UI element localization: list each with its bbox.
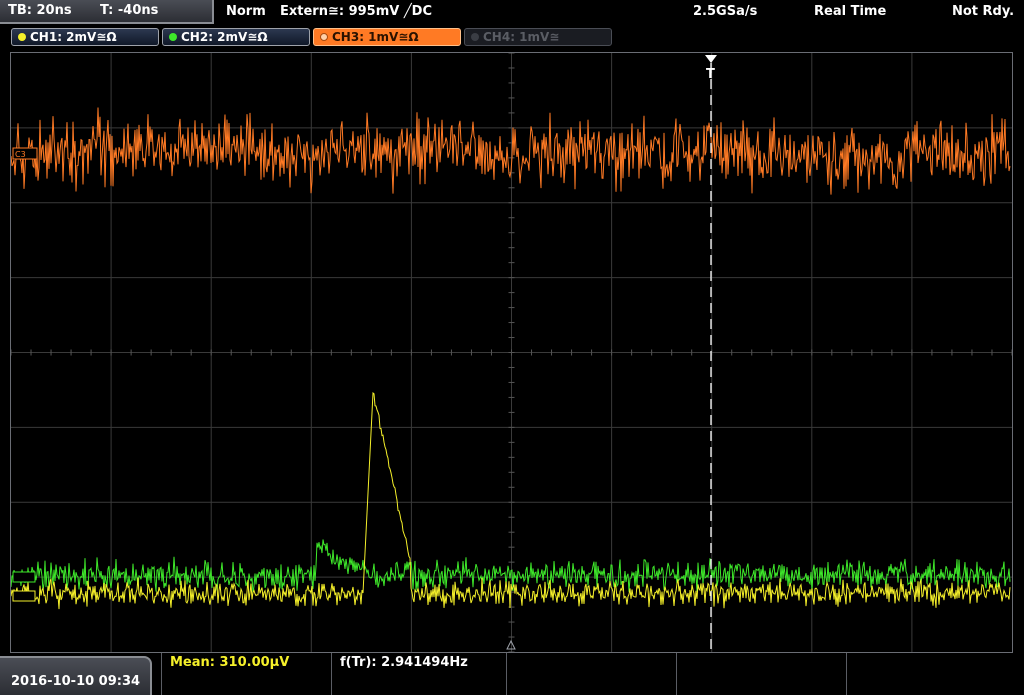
measurement-slot-4[interactable] (676, 653, 846, 695)
timebase-box[interactable]: TB: 20ns T: -40ns (0, 0, 214, 24)
mean-value: Mean: 310.00µV (170, 655, 290, 670)
channel-tab-ch3[interactable]: CH3: 1mV≅Ω (313, 28, 461, 46)
freq-value: f(Tr): 2.941494Hz (340, 655, 468, 670)
datetime-label: 2016-10-10 09:34 (11, 674, 141, 689)
ch2-label: CH2: 2mV≅Ω (181, 30, 268, 44)
ch3-waveform (11, 107, 1011, 195)
ch4-dot-icon (471, 33, 479, 41)
ch2-dot-icon (169, 33, 177, 41)
channel-tab-ch4[interactable]: CH4: 1mV≅ (464, 28, 612, 46)
channel-tab-ch2[interactable]: CH2: 2mV≅Ω (162, 28, 310, 46)
waveform-display[interactable]: T C3 (10, 52, 1013, 653)
datetime-box: 2016-10-10 09:34 (0, 656, 152, 695)
ch1-label: CH1: 2mV≅Ω (30, 30, 117, 44)
timebase-label: TB: 20ns (8, 3, 72, 18)
measurement-slot-5[interactable] (846, 653, 1024, 695)
ch4-label: CH4: 1mV≅ (483, 30, 560, 44)
trigger-offset-label: T: -40ns (100, 3, 159, 18)
ch2-offset-marker[interactable] (12, 571, 36, 583)
acquisition-mode[interactable]: Real Time (814, 4, 886, 19)
graticule (11, 53, 1012, 652)
top-status-bar: TB: 20ns T: -40ns Norm Extern≅: 995mV ╱D… (0, 0, 1024, 25)
trigger-position-icon[interactable] (705, 55, 717, 63)
ready-status: Not Rdy. (952, 4, 1015, 19)
ch3-label: CH3: 1mV≅Ω (332, 30, 419, 44)
trigger-source[interactable]: Extern≅: 995mV ╱DC (280, 4, 432, 19)
waveform-canvas: T C3 (11, 53, 1012, 652)
channel-tabs: CH1: 2mV≅Ω CH2: 2mV≅Ω CH3: 1mV≅Ω CH4: 1m… (0, 25, 1024, 49)
channel-tab-ch1[interactable]: CH1: 2mV≅Ω (11, 28, 159, 46)
trigger-mode[interactable]: Norm (226, 4, 266, 19)
ch3-dot-icon (320, 33, 328, 41)
trigger-marker-label: T (706, 67, 715, 82)
ch3-offset-label: C3 (15, 150, 26, 159)
ch1-dot-icon (18, 33, 26, 41)
sample-rate: 2.5GSa/s (693, 4, 758, 19)
measurement-freq[interactable]: f(Tr): 2.941494Hz (331, 653, 506, 695)
measurement-mean[interactable]: Mean: 310.00µV (161, 653, 331, 695)
ch1-offset-marker[interactable] (12, 590, 36, 602)
measurement-slot-3[interactable] (506, 653, 676, 695)
